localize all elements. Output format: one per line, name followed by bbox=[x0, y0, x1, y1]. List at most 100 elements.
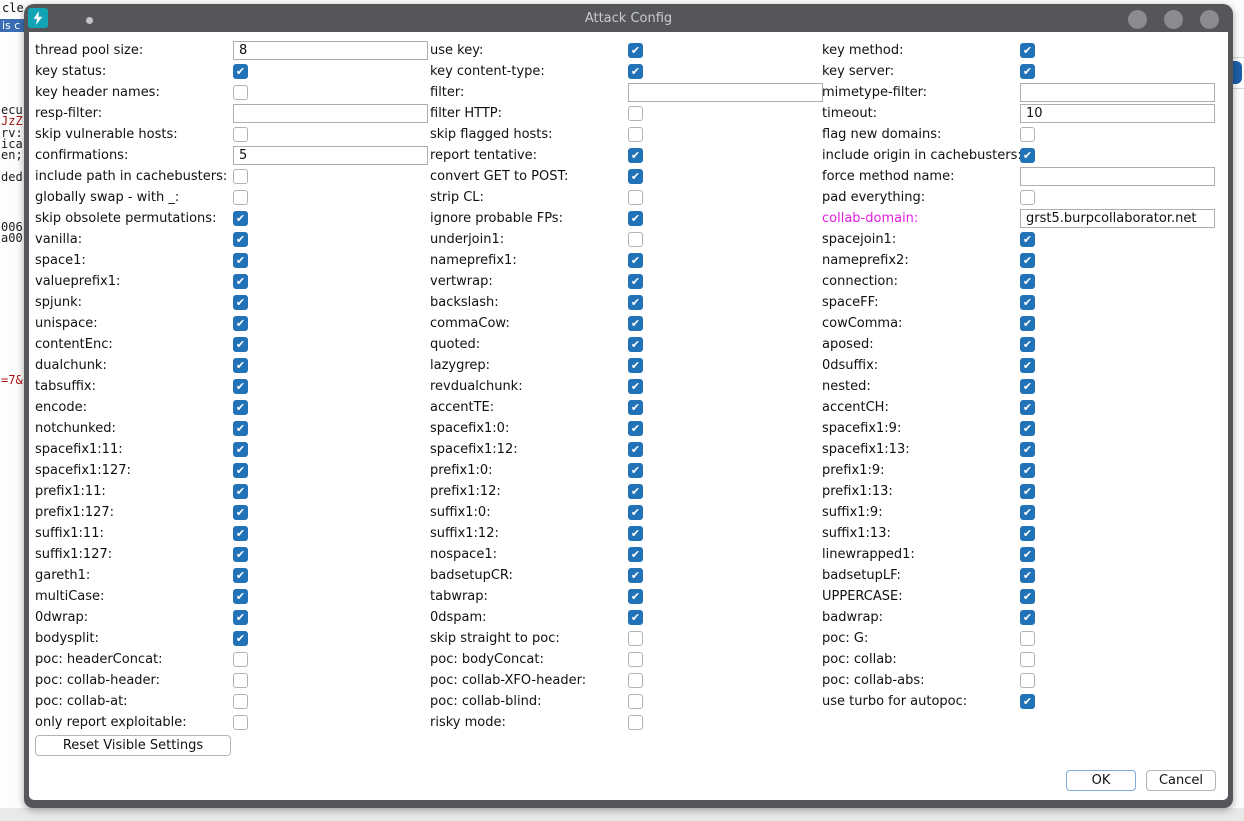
setting-checkbox[interactable] bbox=[628, 463, 643, 478]
setting-checkbox[interactable] bbox=[233, 484, 248, 499]
window-minimize-button[interactable] bbox=[1128, 10, 1147, 29]
setting-checkbox[interactable] bbox=[628, 148, 643, 163]
setting-checkbox[interactable] bbox=[1020, 274, 1035, 289]
window-close-button[interactable] bbox=[1200, 10, 1219, 29]
setting-checkbox[interactable] bbox=[1020, 526, 1035, 541]
setting-checkbox[interactable] bbox=[233, 505, 248, 520]
setting-checkbox[interactable] bbox=[1020, 232, 1035, 247]
setting-checkbox[interactable] bbox=[628, 106, 643, 121]
setting-checkbox[interactable] bbox=[1020, 610, 1035, 625]
setting-checkbox[interactable] bbox=[233, 673, 248, 688]
setting-checkbox[interactable] bbox=[628, 400, 643, 415]
setting-checkbox[interactable] bbox=[628, 295, 643, 310]
setting-text-input[interactable] bbox=[1020, 104, 1215, 123]
setting-checkbox[interactable] bbox=[628, 64, 643, 79]
setting-checkbox[interactable] bbox=[233, 694, 248, 709]
setting-checkbox[interactable] bbox=[1020, 337, 1035, 352]
setting-checkbox[interactable] bbox=[1020, 64, 1035, 79]
cancel-button[interactable]: Cancel bbox=[1146, 770, 1216, 791]
setting-checkbox[interactable] bbox=[628, 442, 643, 457]
setting-text-input[interactable] bbox=[1020, 167, 1215, 186]
dialog-titlebar[interactable]: Attack Config bbox=[24, 4, 1233, 32]
setting-checkbox[interactable] bbox=[1020, 400, 1035, 415]
setting-checkbox[interactable] bbox=[628, 253, 643, 268]
setting-checkbox[interactable] bbox=[233, 316, 248, 331]
setting-checkbox[interactable] bbox=[233, 568, 248, 583]
setting-checkbox[interactable] bbox=[628, 43, 643, 58]
setting-checkbox[interactable] bbox=[1020, 463, 1035, 478]
setting-checkbox[interactable] bbox=[628, 337, 643, 352]
setting-checkbox[interactable] bbox=[1020, 631, 1035, 646]
setting-checkbox[interactable] bbox=[233, 211, 248, 226]
setting-checkbox[interactable] bbox=[1020, 148, 1035, 163]
setting-checkbox[interactable] bbox=[628, 232, 643, 247]
setting-text-input[interactable] bbox=[1020, 83, 1215, 102]
setting-checkbox[interactable] bbox=[628, 568, 643, 583]
setting-checkbox[interactable] bbox=[628, 274, 643, 289]
setting-checkbox[interactable] bbox=[628, 211, 643, 226]
setting-checkbox[interactable] bbox=[233, 127, 248, 142]
setting-checkbox[interactable] bbox=[1020, 505, 1035, 520]
reset-visible-settings-button[interactable]: Reset Visible Settings bbox=[35, 735, 231, 756]
setting-checkbox[interactable] bbox=[628, 673, 643, 688]
setting-checkbox[interactable] bbox=[1020, 379, 1035, 394]
setting-checkbox[interactable] bbox=[628, 169, 643, 184]
setting-checkbox[interactable] bbox=[628, 610, 643, 625]
setting-checkbox[interactable] bbox=[1020, 190, 1035, 205]
setting-checkbox[interactable] bbox=[1020, 442, 1035, 457]
setting-checkbox[interactable] bbox=[628, 589, 643, 604]
setting-text-input[interactable] bbox=[1020, 209, 1215, 228]
setting-checkbox[interactable] bbox=[233, 463, 248, 478]
setting-checkbox[interactable] bbox=[233, 232, 248, 247]
setting-checkbox[interactable] bbox=[233, 190, 248, 205]
setting-checkbox[interactable] bbox=[628, 127, 643, 142]
setting-checkbox[interactable] bbox=[628, 316, 643, 331]
setting-checkbox[interactable] bbox=[1020, 673, 1035, 688]
setting-checkbox[interactable] bbox=[233, 358, 248, 373]
setting-checkbox[interactable] bbox=[233, 274, 248, 289]
setting-checkbox[interactable] bbox=[628, 652, 643, 667]
setting-checkbox[interactable] bbox=[233, 64, 248, 79]
setting-checkbox[interactable] bbox=[1020, 694, 1035, 709]
setting-text-input[interactable] bbox=[628, 83, 823, 102]
setting-checkbox[interactable] bbox=[233, 337, 248, 352]
setting-checkbox[interactable] bbox=[1020, 253, 1035, 268]
setting-checkbox[interactable] bbox=[1020, 568, 1035, 583]
setting-checkbox[interactable] bbox=[1020, 295, 1035, 310]
setting-checkbox[interactable] bbox=[1020, 358, 1035, 373]
setting-checkbox[interactable] bbox=[1020, 589, 1035, 604]
setting-checkbox[interactable] bbox=[1020, 316, 1035, 331]
setting-checkbox[interactable] bbox=[1020, 484, 1035, 499]
setting-text-input[interactable] bbox=[233, 146, 428, 165]
setting-checkbox[interactable] bbox=[233, 526, 248, 541]
setting-checkbox[interactable] bbox=[233, 442, 248, 457]
setting-checkbox[interactable] bbox=[1020, 652, 1035, 667]
setting-checkbox[interactable] bbox=[233, 253, 248, 268]
setting-checkbox[interactable] bbox=[628, 358, 643, 373]
window-maximize-button[interactable] bbox=[1164, 10, 1183, 29]
setting-text-input[interactable] bbox=[233, 41, 428, 60]
setting-checkbox[interactable] bbox=[233, 589, 248, 604]
setting-checkbox[interactable] bbox=[628, 484, 643, 499]
setting-checkbox[interactable] bbox=[233, 631, 248, 646]
setting-checkbox[interactable] bbox=[233, 169, 248, 184]
setting-checkbox[interactable] bbox=[233, 547, 248, 562]
setting-text-input[interactable] bbox=[233, 104, 428, 123]
setting-checkbox[interactable] bbox=[233, 400, 248, 415]
setting-checkbox[interactable] bbox=[628, 547, 643, 562]
setting-checkbox[interactable] bbox=[1020, 547, 1035, 562]
setting-checkbox[interactable] bbox=[628, 379, 643, 394]
setting-checkbox[interactable] bbox=[628, 715, 643, 730]
setting-checkbox[interactable] bbox=[233, 652, 248, 667]
setting-checkbox[interactable] bbox=[233, 421, 248, 436]
setting-checkbox[interactable] bbox=[628, 694, 643, 709]
setting-checkbox[interactable] bbox=[628, 421, 643, 436]
setting-checkbox[interactable] bbox=[628, 505, 643, 520]
setting-checkbox[interactable] bbox=[233, 715, 248, 730]
ok-button[interactable]: OK bbox=[1066, 770, 1136, 791]
setting-checkbox[interactable] bbox=[1020, 127, 1035, 142]
setting-checkbox[interactable] bbox=[233, 85, 248, 100]
setting-checkbox[interactable] bbox=[1020, 421, 1035, 436]
setting-checkbox[interactable] bbox=[1020, 43, 1035, 58]
setting-checkbox[interactable] bbox=[628, 190, 643, 205]
